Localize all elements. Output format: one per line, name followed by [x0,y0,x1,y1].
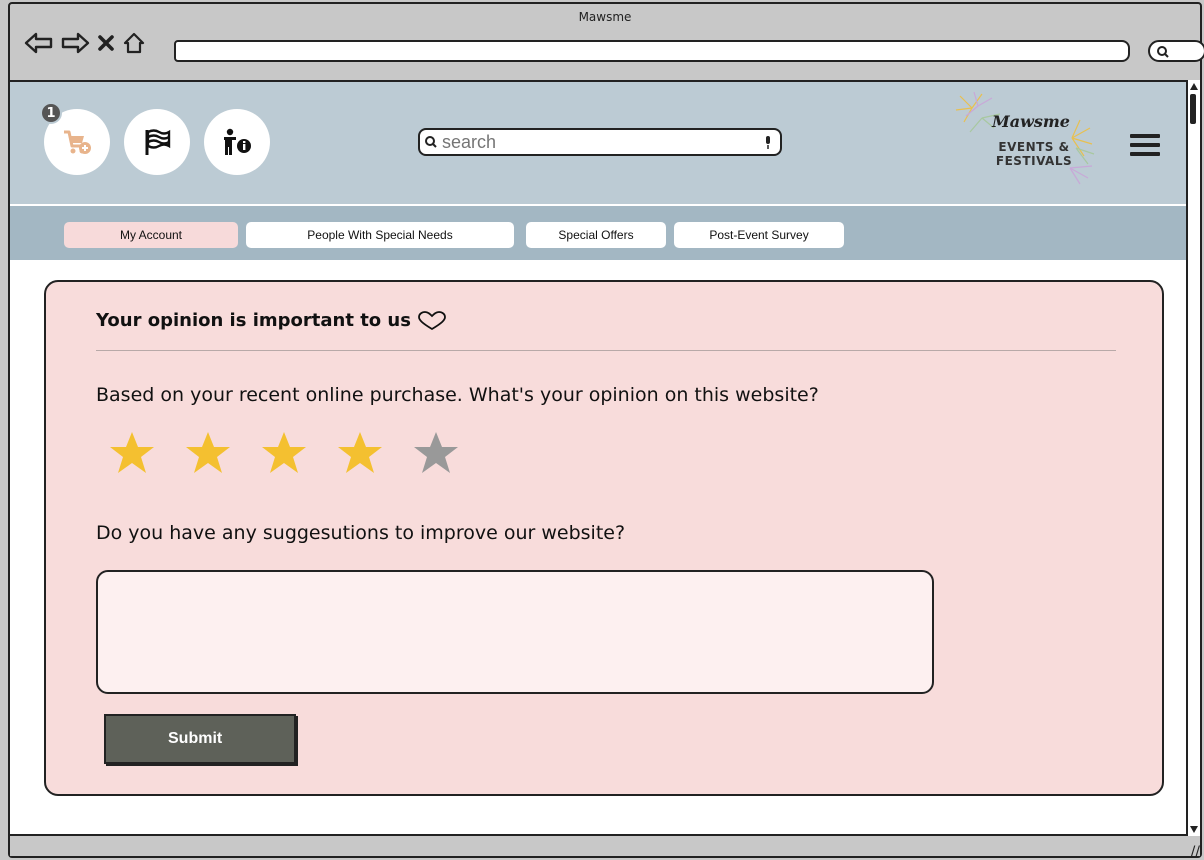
forward-arrow-icon[interactable] [60,30,90,56]
survey-title: Your opinion is important to us [96,310,447,331]
address-bar[interactable] [174,40,1130,62]
suggestion-question: Do you have any suggesutions to improve … [96,522,626,544]
search-icon [425,136,437,148]
page-viewport: 1 search Mawsme EVENTS & FESTIVALS My Ac… [10,80,1186,836]
scroll-down-icon[interactable] [1189,824,1199,834]
browser-nav-buttons [24,30,146,56]
close-icon[interactable] [96,30,116,56]
site-search[interactable] [418,128,782,156]
cart-count-badge: 1 [40,102,62,124]
tab-special-offers[interactable]: Special Offers [526,222,666,248]
heart-outline-icon [418,310,446,330]
tab-bar: My Account People With Special Needs Spe… [10,204,1186,260]
logo-script-text: Mawsme [992,112,1070,131]
browser-search-field[interactable] [1148,40,1204,62]
accessibility-info-icon [224,128,251,155]
scrollbar-thumb[interactable] [1190,94,1196,124]
logo-tagline: EVENTS & FESTIVALS [986,140,1082,168]
tab-special-needs[interactable]: People With Special Needs [246,222,514,248]
resize-grip-icon[interactable]: // [1191,844,1200,860]
star-empty-icon[interactable] [412,430,460,476]
survey-card: Your opinion is important to us Based on… [44,280,1164,796]
star-filled-icon[interactable] [184,430,232,476]
scroll-up-icon[interactable] [1189,82,1199,92]
accessibility-button[interactable] [204,109,270,175]
search-input[interactable] [440,131,740,153]
site-logo[interactable]: Mawsme EVENTS & FESTIVALS [952,88,1102,198]
survey-title-text: Your opinion is important to us [96,310,411,331]
star-filled-icon[interactable] [336,430,384,476]
language-flag-button[interactable] [124,109,190,175]
title-divider [96,350,1116,351]
logo-line1: EVENTS & [998,140,1070,154]
status-bar [10,838,1200,856]
vertical-scrollbar[interactable] [1186,80,1200,836]
hamburger-menu-icon[interactable] [1130,134,1160,156]
star-rating[interactable] [108,430,460,476]
home-icon[interactable] [122,30,146,56]
flag-icon [145,129,171,155]
microphone-icon[interactable] [764,136,772,150]
site-header: 1 search Mawsme EVENTS & FESTIVALS [10,82,1186,204]
search-icon [1157,46,1169,58]
window-title: Mawsme [578,10,632,24]
back-arrow-icon[interactable] [24,30,54,56]
submit-button[interactable]: Submit [104,714,296,764]
logo-line2: FESTIVALS [995,154,1073,168]
cart-add-icon [64,130,91,154]
star-filled-icon[interactable] [260,430,308,476]
suggestion-textarea[interactable] [96,570,934,694]
tab-my-account[interactable]: My Account [64,222,238,248]
rating-question: Based on your recent online purchase. Wh… [96,384,819,406]
star-filled-icon[interactable] [108,430,156,476]
tab-post-event-survey[interactable]: Post-Event Survey [674,222,844,248]
